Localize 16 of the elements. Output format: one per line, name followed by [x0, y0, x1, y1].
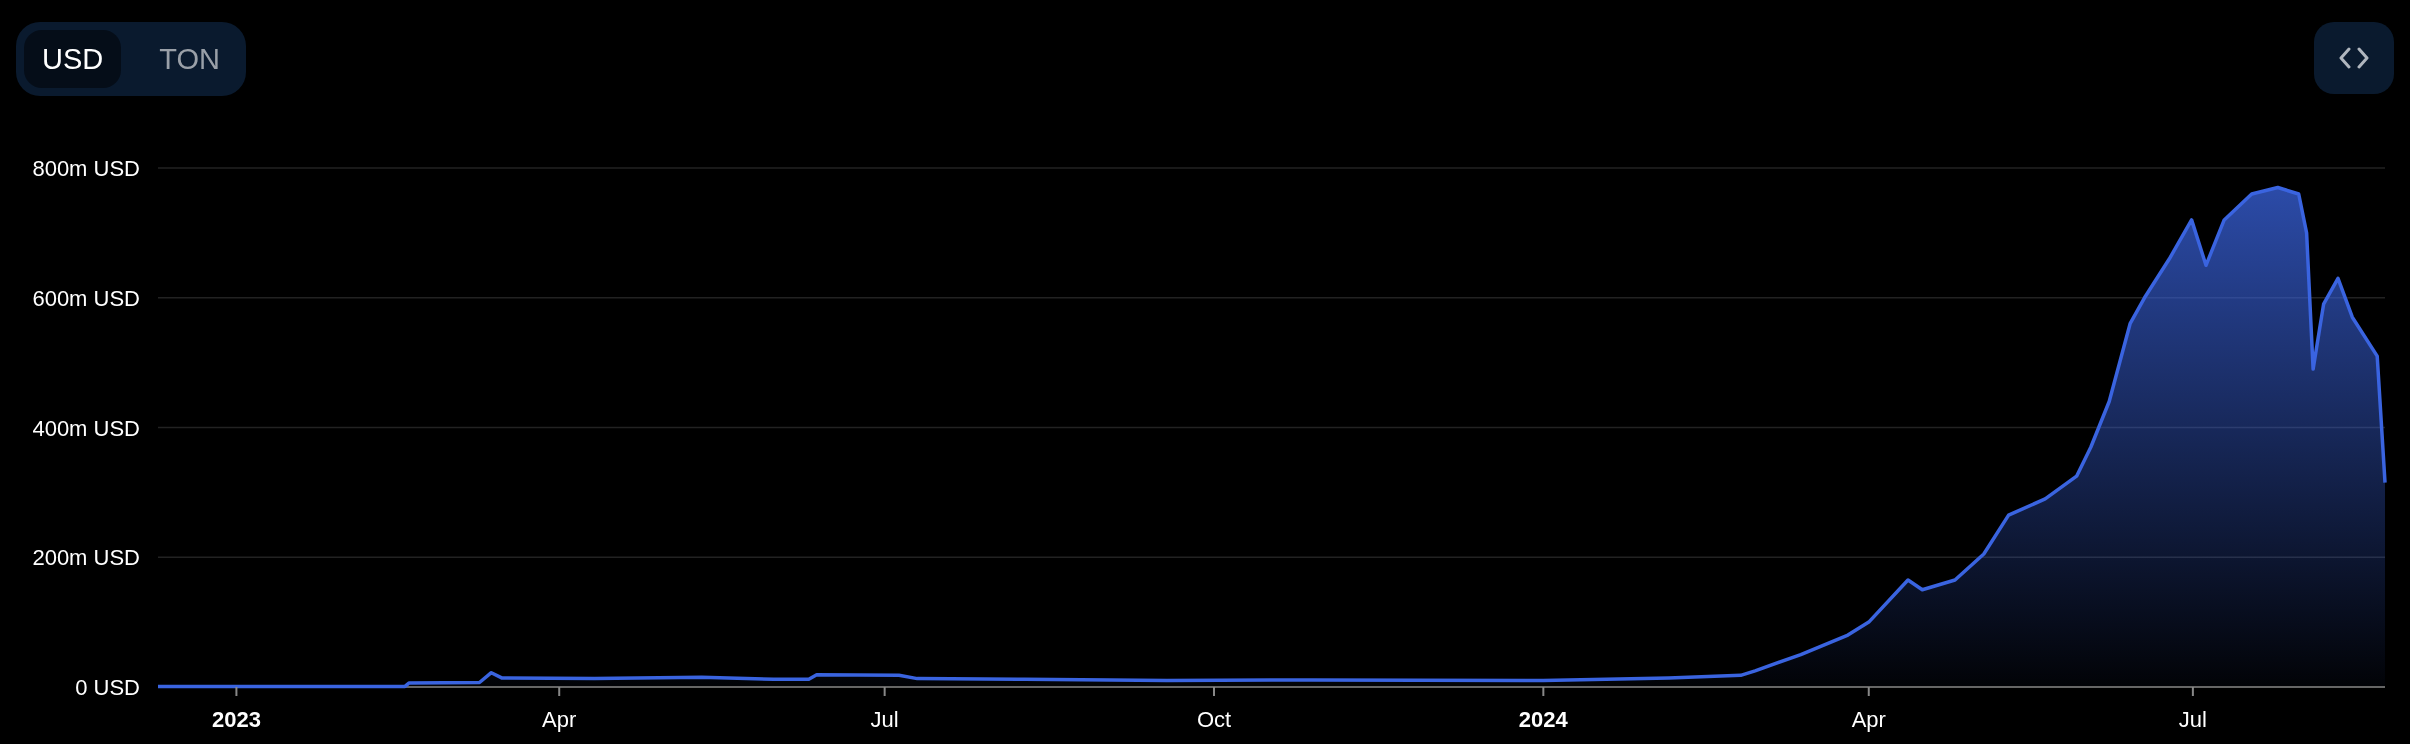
- y-axis-label: 800m USD: [32, 156, 140, 181]
- currency-option[interactable]: USD: [24, 30, 122, 88]
- x-axis-label: 2024: [1518, 707, 1568, 732]
- y-axis-label: 400m USD: [32, 415, 140, 441]
- x-axis-label: 2023: [211, 707, 261, 732]
- x-axis-label: Apr: [542, 707, 577, 732]
- embed-button[interactable]: [2314, 22, 2394, 94]
- x-axis-label: Jul: [870, 707, 899, 732]
- currency-option[interactable]: TON: [141, 30, 238, 88]
- y-axis-label: 0 USD: [75, 675, 140, 700]
- code-icon: [2339, 47, 2369, 69]
- x-axis-label: Oct: [1196, 707, 1232, 732]
- x-axis-label: Jul: [2178, 707, 2207, 732]
- x-axis-label: Apr: [1851, 707, 1886, 732]
- y-axis-label: 600m USD: [32, 285, 140, 311]
- y-axis-label: 200m USD: [32, 545, 140, 571]
